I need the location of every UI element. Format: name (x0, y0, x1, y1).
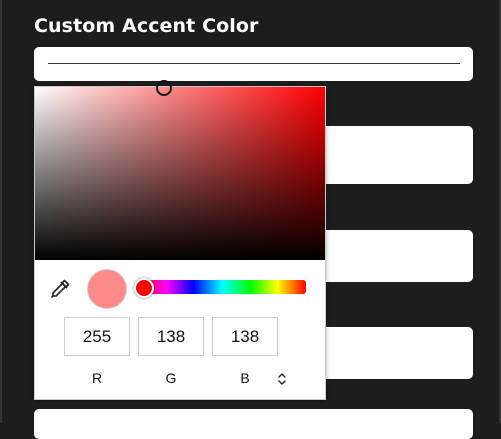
hue-slider-thumb[interactable] (134, 278, 154, 298)
blue-channel-input[interactable]: 138 (212, 317, 278, 356)
green-channel-input[interactable]: 138 (138, 317, 204, 356)
settings-panel: Custom Accent Color 255 138 138 R G B (0, 0, 501, 439)
red-channel-input[interactable]: 255 (64, 317, 130, 356)
section-title: Custom Accent Color (34, 15, 259, 37)
color-preview-swatch (87, 269, 127, 309)
saturation-value-thumb[interactable] (156, 80, 172, 96)
blue-channel-label: B (240, 370, 250, 386)
green-channel-label: G (165, 370, 177, 386)
background-field[interactable] (302, 230, 473, 282)
hue-slider[interactable] (138, 280, 306, 294)
background-field[interactable] (34, 409, 473, 439)
eyedropper-icon[interactable] (49, 278, 71, 300)
background-field[interactable] (302, 327, 473, 379)
chevron-up-down-icon[interactable] (275, 370, 289, 388)
color-picker-popup: 255 138 138 R G B (34, 80, 326, 400)
color-swatch-bar (48, 63, 460, 64)
accent-color-input[interactable] (34, 47, 473, 81)
saturation-value-area[interactable] (35, 87, 325, 260)
background-field[interactable] (302, 126, 473, 184)
red-channel-label: R (91, 370, 103, 386)
